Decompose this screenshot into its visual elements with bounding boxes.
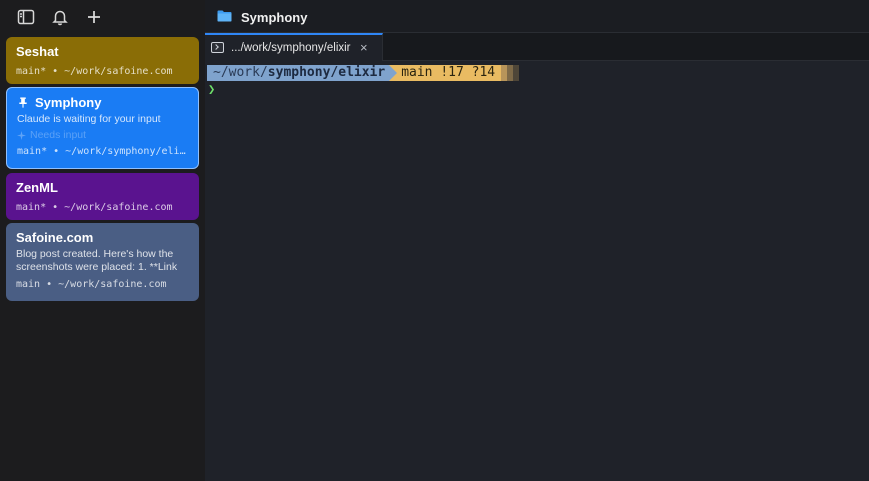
prompt-path-prefix: ~/work/ xyxy=(213,65,268,80)
session-description: Blog post created. Here's how the screen… xyxy=(16,248,189,274)
session-status: Needs input xyxy=(17,129,188,142)
session-meta: main* • ~/work/safoine.com xyxy=(16,202,173,213)
plus-icon[interactable] xyxy=(84,7,104,27)
tab-terminal[interactable]: .../work/symphony/elixir × xyxy=(205,33,383,61)
session-meta: main • ~/work/safoine.com xyxy=(16,279,167,290)
folder-icon xyxy=(217,10,232,22)
session-title: Safoine.com xyxy=(16,230,94,245)
fade-block xyxy=(513,65,520,81)
sidebar-toolbar xyxy=(0,0,205,34)
session-card-safoine[interactable]: Safoine.com Blog post created. Here's ho… xyxy=(6,223,199,301)
prompt-caret: ❯ xyxy=(208,82,216,96)
sidebar: Seshat main* • ~/work/safoine.com Sympho… xyxy=(0,0,205,481)
prompt-line: ~/work/symphony/elixir main !17 ?14 xyxy=(207,65,520,81)
session-title: ZenML xyxy=(16,180,58,195)
sparkle-icon xyxy=(17,131,26,140)
sidebar-toggle-icon[interactable] xyxy=(16,7,36,27)
pin-icon xyxy=(19,97,27,108)
terminal-view[interactable]: ~/work/symphony/elixir main !17 ?14 ❯ xyxy=(205,62,869,481)
bell-icon[interactable] xyxy=(50,7,70,27)
prompt-path-segment: ~/work/symphony/elixir xyxy=(207,65,390,81)
window-titlebar: Symphony xyxy=(205,0,869,33)
prompt-git-segment: main !17 ?14 xyxy=(397,65,502,81)
prompt-git-status: main !17 ?14 xyxy=(401,65,496,80)
prompt-path-dir: symphony/elixir xyxy=(267,65,386,80)
powerline-separator xyxy=(389,65,398,81)
main-pane: Symphony .../work/symphony/elixir × ~/wo… xyxy=(205,0,869,481)
window-title: Symphony xyxy=(241,10,308,25)
session-title-row: Symphony xyxy=(17,95,188,111)
session-title: Symphony xyxy=(35,95,102,110)
session-meta: main* • ~/work/safoine.com xyxy=(16,66,173,77)
session-title: Seshat xyxy=(16,44,59,59)
session-description: Claude is waiting for your input xyxy=(17,113,161,125)
session-status-text: Needs input xyxy=(30,129,87,141)
powerline-fade xyxy=(501,65,520,81)
terminal-icon xyxy=(211,42,224,53)
tab-bar: .../work/symphony/elixir × xyxy=(205,33,869,61)
session-card-seshat[interactable]: Seshat main* • ~/work/safoine.com xyxy=(6,37,199,84)
session-description-text: Blog post created. Here's how the screen… xyxy=(16,248,178,273)
session-card-zenml[interactable]: ZenML main* • ~/work/safoine.com xyxy=(6,173,199,220)
tab-label: .../work/symphony/elixir xyxy=(231,42,351,54)
session-card-symphony[interactable]: Symphony Claude is waiting for your inpu… xyxy=(6,87,199,169)
session-meta: main* • ~/work/symphony/elixir xyxy=(17,146,188,157)
close-icon[interactable]: × xyxy=(360,40,368,55)
